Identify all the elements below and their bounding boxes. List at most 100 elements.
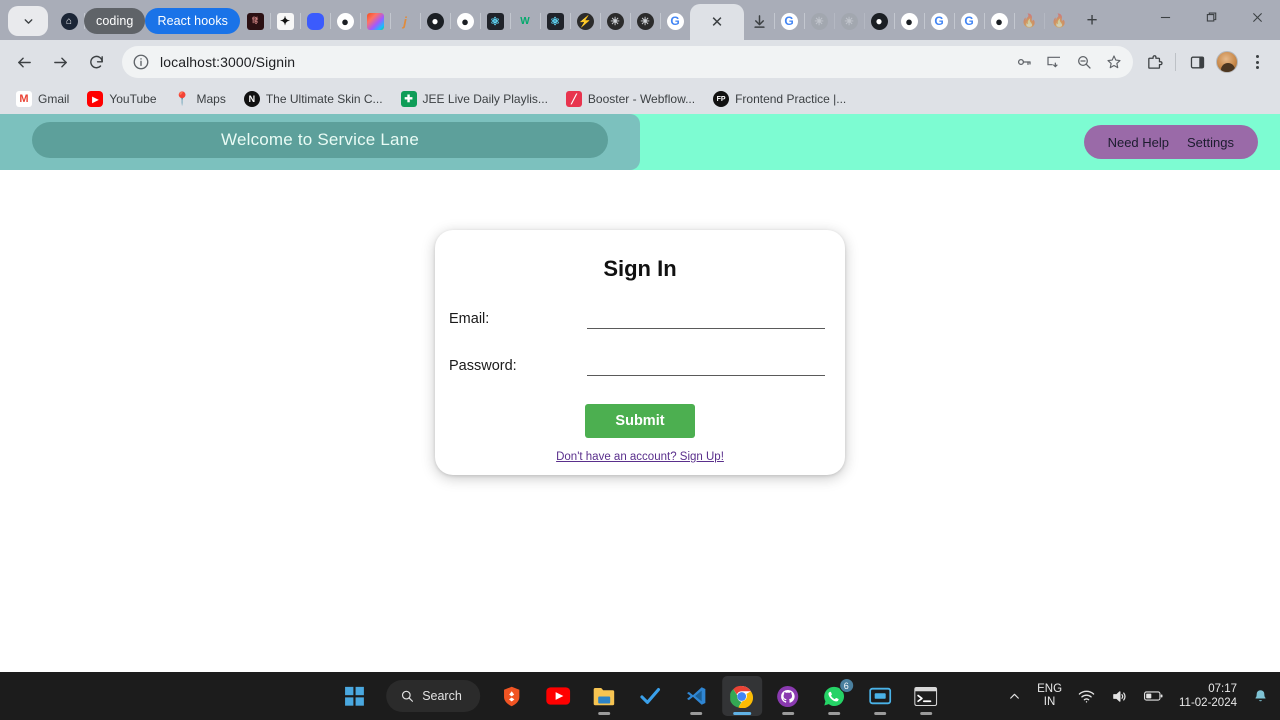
forward-button[interactable]: [44, 46, 76, 78]
taskbar-chrome[interactable]: [721, 676, 762, 716]
tab-brave-icon[interactable]: ⌂: [54, 4, 85, 38]
notion-icon: N: [243, 91, 260, 107]
search-icon: [401, 690, 414, 702]
google-icon: G: [960, 12, 978, 30]
tab-search-chevron-icon[interactable]: [8, 6, 48, 36]
password-input[interactable]: [587, 357, 825, 376]
settings-button[interactable]: Settings: [1187, 135, 1234, 150]
tab-firefox-1[interactable]: 🔥: [1014, 4, 1046, 38]
tab-blue-square[interactable]: [300, 4, 332, 38]
tab-orange-j[interactable]: j: [390, 4, 422, 38]
tab-stackblitz[interactable]: ⚡: [570, 4, 602, 38]
taskbar-mail[interactable]: [860, 676, 900, 716]
tab-github-2[interactable]: ●: [420, 4, 452, 38]
chrome-menu-icon[interactable]: [1242, 47, 1272, 77]
youtube-icon: ▶: [87, 91, 104, 107]
side-panel-icon[interactable]: [1182, 47, 1212, 77]
taskbar-github-desktop[interactable]: [768, 676, 808, 716]
tab-firefox-2[interactable]: 🔥: [1044, 4, 1074, 38]
taskbar-brave[interactable]: [492, 676, 532, 716]
close-icon[interactable]: ✕: [711, 15, 724, 30]
tab-faded-2[interactable]: ☀: [834, 4, 866, 38]
tab-google-2[interactable]: G: [774, 4, 806, 38]
close-button[interactable]: [1234, 0, 1280, 34]
tab-active-localhost[interactable]: ✕: [690, 4, 745, 40]
tab-faded-1[interactable]: ☀: [804, 4, 836, 38]
taskbar-vscode[interactable]: [676, 676, 716, 716]
back-button[interactable]: [8, 46, 40, 78]
browser-toolbar: localhost:3000/Signin: [0, 40, 1280, 84]
tab-google-4[interactable]: G: [954, 4, 986, 38]
github-dark-icon: ●: [426, 12, 444, 30]
site-information-icon[interactable]: [132, 53, 150, 71]
tab-react-hooks[interactable]: React hooks: [145, 8, 241, 34]
reload-button[interactable]: [80, 46, 112, 78]
language-indicator[interactable]: ENG IN: [1033, 683, 1066, 709]
wifi-icon[interactable]: [1074, 685, 1099, 708]
clock-and-date[interactable]: 07:17 11-02-2024: [1175, 682, 1241, 711]
tab-github-3[interactable]: ●: [450, 4, 482, 38]
gmail-icon: M: [16, 91, 32, 107]
install-app-icon[interactable]: [1041, 49, 1067, 75]
minimize-button[interactable]: [1142, 0, 1188, 34]
tab-react-2[interactable]: ⚛: [540, 4, 572, 38]
address-bar[interactable]: localhost:3000/Signin: [122, 46, 1133, 78]
bookmark-star-icon[interactable]: [1101, 49, 1127, 75]
profile-avatar[interactable]: [1216, 51, 1238, 73]
globe-faded-icon: ☀: [840, 12, 858, 30]
battery-icon[interactable]: [1140, 686, 1167, 706]
three-dots-icon: [1255, 55, 1259, 69]
tab-downloads[interactable]: [744, 4, 776, 38]
notification-bell-icon[interactable]: [1249, 685, 1272, 708]
tab-github-6[interactable]: ●: [984, 4, 1016, 38]
tab-google-3[interactable]: G: [924, 4, 956, 38]
google-icon: G: [780, 12, 798, 30]
signup-link[interactable]: Don't have an account? Sign Up!: [447, 451, 833, 463]
tab-coding[interactable]: coding: [84, 8, 146, 34]
taskbar-whatsapp[interactable]: 6: [814, 676, 854, 716]
tab-sparkle[interactable]: ✦: [270, 4, 302, 38]
taskbar-terminal[interactable]: [906, 676, 946, 716]
whatsapp-badge-count: 6: [838, 678, 854, 693]
tab-github-5[interactable]: ●: [894, 4, 926, 38]
bookmark-ultimate-skin[interactable]: N The Ultimate Skin C...: [236, 88, 391, 110]
bookmark-youtube[interactable]: ▶ YouTube: [79, 88, 164, 110]
github-desktop-icon: [777, 685, 799, 707]
submit-row: Submit: [447, 404, 833, 438]
bookmark-booster-webflow[interactable]: ╱ Booster - Webflow...: [558, 88, 703, 110]
tab-github-1[interactable]: ●: [330, 4, 362, 38]
maximize-button[interactable]: [1188, 0, 1234, 34]
taskbar-search-box[interactable]: Search: [386, 680, 480, 712]
taskbar-youtube[interactable]: [538, 676, 578, 716]
email-input[interactable]: [587, 310, 825, 329]
tab-hindi-site[interactable]: हिं: [240, 4, 272, 38]
extensions-icon[interactable]: [1139, 47, 1169, 77]
bookmark-gmail[interactable]: M Gmail: [8, 88, 77, 110]
zoom-icon[interactable]: [1071, 49, 1097, 75]
taskbar-file-explorer[interactable]: [584, 676, 624, 716]
tab-globe-2[interactable]: ☀: [630, 4, 662, 38]
taskbar-running-indicator: [689, 712, 702, 715]
password-manager-icon[interactable]: [1011, 49, 1037, 75]
signin-form: Email: Password: Submit Don't have an ac…: [435, 310, 845, 463]
tab-globe-1[interactable]: ☀: [600, 4, 632, 38]
new-tab-button[interactable]: +: [1078, 7, 1106, 35]
window-controls: [1142, 0, 1280, 40]
tab-figma[interactable]: [360, 4, 392, 38]
volume-icon[interactable]: [1107, 684, 1132, 709]
bookmark-jee-playlist[interactable]: ✚ JEE Live Daily Playlis...: [393, 88, 556, 110]
bookmark-maps[interactable]: 📍 Maps: [167, 88, 234, 110]
tab-github-4[interactable]: ●: [864, 4, 896, 38]
bookmark-frontend-practice[interactable]: FP Frontend Practice |...: [705, 88, 854, 110]
google-maps-icon: 📍: [174, 91, 191, 106]
show-hidden-icons-chevron[interactable]: [1004, 686, 1025, 707]
windows-start-icon[interactable]: [334, 676, 374, 716]
tab-google-1[interactable]: G: [660, 4, 690, 38]
address-bar-url[interactable]: localhost:3000/Signin: [160, 54, 1011, 70]
tab-react-1[interactable]: ⚛: [480, 4, 512, 38]
page-viewport: Welcome to Service Lane Need Help Settin…: [0, 114, 1280, 672]
submit-button[interactable]: Submit: [585, 404, 695, 438]
need-help-button[interactable]: Need Help: [1108, 135, 1169, 150]
tab-w3schools[interactable]: W: [510, 4, 542, 38]
taskbar-todo[interactable]: [630, 676, 670, 716]
